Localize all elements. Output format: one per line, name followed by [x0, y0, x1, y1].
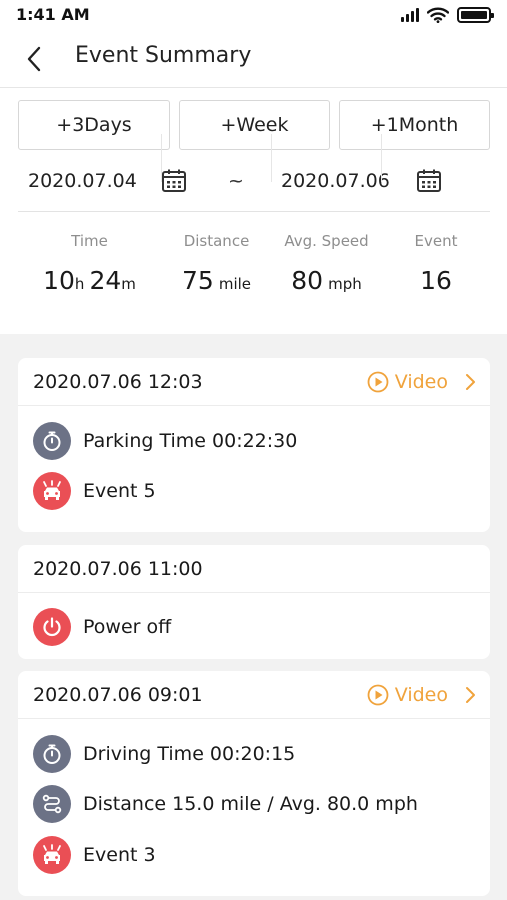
list-item: Driving Time 00:20:15	[33, 734, 295, 774]
chevron-right-icon	[466, 687, 475, 703]
stopwatch-icon	[33, 735, 71, 773]
event-card: 2020.07.06 11:00 Power off	[18, 545, 490, 659]
card-datetime: 2020.07.06 12:03	[33, 371, 203, 393]
car-crash-icon	[33, 472, 71, 510]
power-icon	[33, 608, 71, 646]
stopwatch-icon	[33, 422, 71, 460]
stat-event-value: 16	[420, 266, 452, 295]
stat-event: Event 16	[382, 222, 490, 322]
event-count-text: Event 5	[83, 480, 156, 502]
stat-distance-label: Distance	[183, 232, 250, 250]
filter-panel: +3Days +Week +1Month 2020.07.04 ~ 2020.0…	[0, 88, 507, 334]
back-button[interactable]	[14, 39, 54, 79]
wifi-icon	[427, 7, 449, 23]
play-circle-icon	[367, 684, 389, 706]
car-crash-icon	[33, 836, 71, 874]
stat-separator	[161, 134, 162, 182]
page-title: Event Summary	[75, 43, 252, 68]
end-date[interactable]: 2020.07.06	[281, 170, 390, 192]
stat-separator	[381, 134, 382, 182]
start-date[interactable]: 2020.07.04	[28, 170, 137, 192]
app-header: Event Summary	[0, 30, 507, 88]
status-time: 1:41 AM	[16, 5, 90, 24]
route-icon	[33, 785, 71, 823]
divider	[18, 211, 490, 212]
calendar-icon[interactable]	[161, 168, 187, 194]
status-icons	[401, 6, 494, 24]
card-header: 2020.07.06 09:01 Video	[18, 671, 490, 719]
video-label: Video	[394, 371, 448, 393]
card-header: 2020.07.06 11:00	[18, 545, 490, 593]
calendar-icon[interactable]	[416, 168, 442, 194]
list-item: Power off	[33, 607, 171, 647]
event-card: 2020.07.06 09:01 Video Driving Time 00:2…	[18, 671, 490, 896]
play-circle-icon	[367, 371, 389, 393]
stat-avg-speed-value: 80 mph	[291, 266, 362, 295]
event-card: 2020.07.06 12:03 Video Parking Time 00:2…	[18, 358, 490, 532]
stat-time-label: Time	[71, 232, 108, 250]
stat-time: Time 10h 24m	[18, 222, 161, 322]
list-item: Event 5	[33, 471, 156, 511]
video-link[interactable]: Video	[367, 681, 476, 709]
card-header: 2020.07.06 12:03 Video	[18, 358, 490, 406]
stat-time-value: 10h 24m	[43, 266, 136, 295]
card-datetime: 2020.07.06 09:01	[33, 684, 203, 706]
date-range-separator: ~	[228, 170, 244, 192]
parking-time-text: Parking Time 00:22:30	[83, 430, 298, 452]
card-datetime: 2020.07.06 11:00	[33, 558, 203, 580]
plus-3-days-button[interactable]: +3Days	[18, 100, 170, 150]
stat-event-label: Event	[414, 232, 458, 250]
chevron-left-icon	[27, 46, 41, 72]
list-item: Distance 15.0 mile / Avg. 80.0 mph	[33, 784, 418, 824]
battery-icon	[457, 7, 494, 23]
stat-distance: Distance 75 mile	[162, 222, 271, 322]
video-link[interactable]: Video	[367, 368, 476, 396]
plus-week-button[interactable]: +Week	[179, 100, 330, 150]
list-item: Parking Time 00:22:30	[33, 421, 297, 461]
cellular-signal-icon	[401, 8, 419, 22]
stat-separator	[271, 134, 272, 182]
driving-time-text: Driving Time 00:20:15	[83, 743, 296, 765]
stat-avg-speed-label: Avg. Speed	[284, 232, 369, 250]
stat-avg-speed: Avg. Speed 80 mph	[272, 222, 381, 322]
event-count-text: Event 3	[83, 844, 156, 866]
power-off-text: Power off	[83, 616, 172, 638]
list-item: Event 3	[33, 835, 156, 875]
video-label: Video	[394, 684, 448, 706]
status-bar: 1:41 AM	[0, 0, 507, 30]
distance-text: Distance 15.0 mile / Avg. 80.0 mph	[83, 793, 418, 815]
plus-1-month-button[interactable]: +1Month	[339, 100, 490, 150]
chevron-right-icon	[466, 374, 475, 390]
stat-distance-value: 75 mile	[181, 266, 252, 295]
